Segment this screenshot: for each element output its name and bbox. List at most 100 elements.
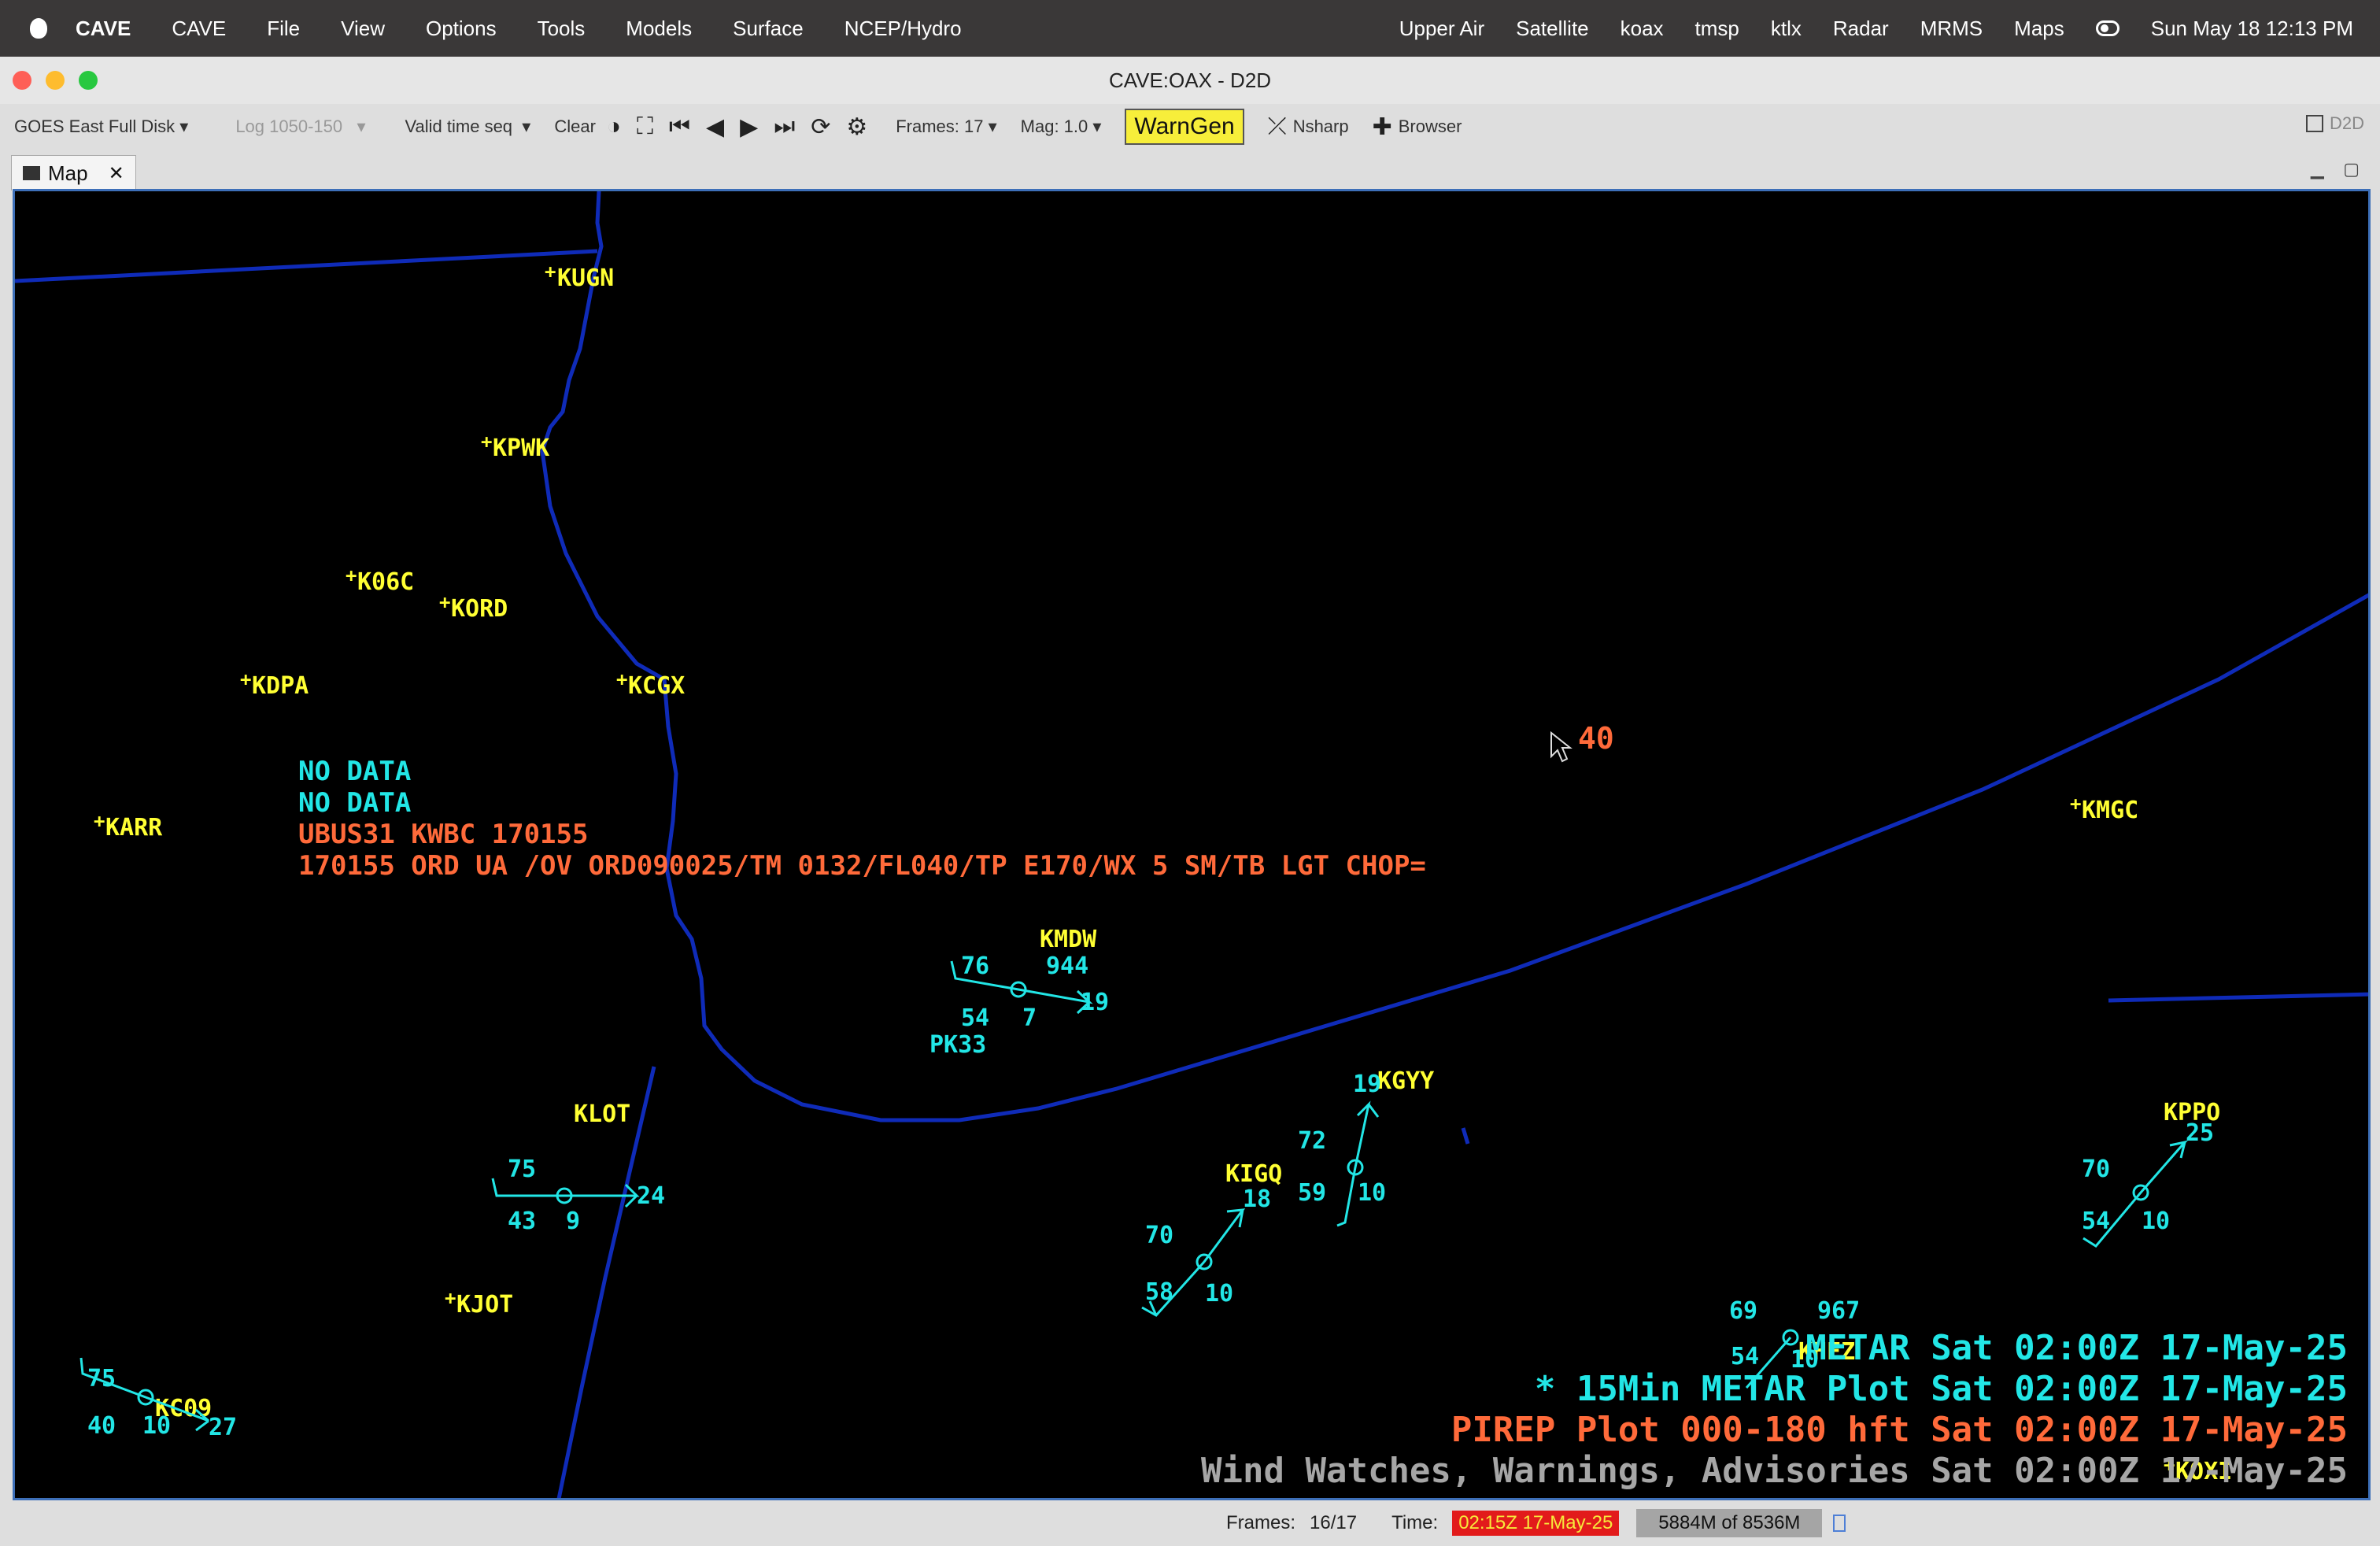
minimize-window-button[interactable] — [46, 71, 65, 90]
map-canvas[interactable]: + KUGN + KPWK + K06C + KORD + KDPA + KCG… — [15, 191, 2371, 1500]
menu-cave[interactable]: CAVE — [172, 17, 226, 41]
station-kmdw[interactable]: KMDW — [1040, 926, 1097, 953]
contrast-icon[interactable]: ◑ — [607, 113, 621, 140]
loop-icon[interactable]: ⟳ — [811, 113, 830, 141]
d2d-icon — [2305, 115, 2323, 132]
station-plus-icon: + — [445, 1287, 456, 1309]
step-forward-icon[interactable]: ▶ — [740, 113, 758, 141]
state-boundary-lake-shore — [540, 191, 2368, 1123]
menu-tmsp[interactable]: tmsp — [1695, 17, 1739, 41]
kmdw-gust: 19 — [1081, 989, 1109, 1016]
legend-wind-wwa[interactable]: Wind Watches, Warnings, Advisories Sat 0… — [1201, 1451, 2348, 1491]
khez-pressure: 967 — [1817, 1297, 1860, 1325]
kigq-temp: 70 — [1145, 1222, 1173, 1249]
menu-mrms[interactable]: MRMS — [1920, 17, 1983, 41]
maximize-pane-icon[interactable]: ▢ — [2343, 159, 2360, 179]
menu-maps[interactable]: Maps — [2014, 17, 2064, 41]
menu-bar: CAVE CAVE File View Options Tools Models… — [0, 0, 2380, 57]
kc09-gust: 27 — [209, 1414, 237, 1441]
browser-button[interactable]: ✚ Browser — [1373, 113, 1462, 141]
editor-tab-row: Map ✕ ▁ ▢ — [0, 150, 2380, 190]
toolbar: GOES East Full Disk ▾ Log 1050-150 ▾ Val… — [0, 104, 2380, 150]
menu-view[interactable]: View — [341, 17, 385, 41]
goes-dropdown[interactable]: GOES East Full Disk ▾ — [14, 117, 188, 137]
menu-clock[interactable]: Sun May 18 12:13 PM — [2151, 17, 2353, 41]
memory-usage: 5884M of 8536M — [1636, 1509, 1823, 1537]
map-display[interactable]: + KUGN + KPWK + K06C + KORD + KDPA + KCG… — [13, 189, 2371, 1500]
kmdw-pressure: 944 — [1046, 952, 1088, 980]
tab-map[interactable]: Map ✕ — [11, 155, 136, 190]
minimize-pane-icon[interactable]: ▁ — [2311, 159, 2324, 179]
station-kord[interactable]: KORD — [451, 595, 508, 623]
station-kpwk[interactable]: KPWK — [493, 435, 549, 462]
kgyy-temp: 72 — [1298, 1127, 1326, 1155]
kppo-dewpoint: 54 — [2082, 1208, 2110, 1235]
close-window-button[interactable] — [13, 71, 31, 90]
close-tab-icon[interactable]: ✕ — [109, 162, 124, 185]
kc09-temp: 75 — [87, 1365, 116, 1393]
khez-dewpoint: 54 — [1731, 1343, 1759, 1370]
clear-button[interactable]: Clear — [554, 117, 596, 137]
wind-barb-kgyy — [1336, 1100, 1380, 1227]
legend-pirep[interactable]: PIREP Plot 000-180 hft Sat 02:00Z 17-May… — [1451, 1410, 2348, 1450]
station-plus-icon: + — [545, 261, 556, 283]
pan-icon[interactable]: ⛶ — [637, 113, 653, 140]
log-dropdown[interactable]: Log 1050-150 ▾ — [235, 117, 365, 137]
apple-icon[interactable] — [30, 18, 47, 39]
menu-surface[interactable]: Surface — [733, 17, 804, 41]
station-plus-icon: + — [94, 810, 105, 832]
station-kcgx[interactable]: KCGX — [628, 672, 685, 700]
station-k06c[interactable]: K06C — [357, 568, 414, 596]
menu-ktlx[interactable]: ktlx — [1771, 17, 1802, 41]
station-kugn[interactable]: KUGN — [557, 264, 614, 292]
plus-icon: ✚ — [1372, 113, 1392, 140]
menu-tools[interactable]: Tools — [538, 17, 586, 41]
legend-metar[interactable]: METAR Sat 02:00Z 17-May-25 — [1805, 1328, 2348, 1368]
nsharp-label: Nsharp — [1292, 117, 1349, 136]
menu-upper-air[interactable]: Upper Air — [1399, 17, 1484, 41]
menu-satellite[interactable]: Satellite — [1516, 17, 1589, 41]
d2d-perspective-button[interactable]: D2D — [2305, 113, 2364, 134]
frames-dropdown[interactable]: Frames: 17 ▾ — [896, 117, 996, 137]
pirep-report: 170155 ORD UA /OV ORD090025/TM 0132/FL04… — [298, 850, 1426, 882]
klot-visibility: 9 — [566, 1208, 580, 1235]
kc09-dewpoint: 40 — [87, 1412, 116, 1440]
station-kigq[interactable]: KIGQ — [1225, 1160, 1282, 1188]
nsharp-button[interactable]: ⤫ Nsharp — [1268, 113, 1349, 140]
step-back-icon[interactable]: ◀ — [706, 113, 724, 141]
window-controls — [13, 71, 98, 90]
station-kmgc[interactable]: KMGC — [2082, 797, 2138, 824]
nsharp-icon: ⤫ — [1267, 113, 1287, 139]
kmdw-visibility: 7 — [1022, 1004, 1037, 1032]
settings-gear-icon[interactable]: ⚙ — [846, 113, 867, 141]
first-frame-icon[interactable]: ⏮ — [669, 113, 690, 140]
kc09-visibility: 10 — [142, 1412, 171, 1440]
station-kjot[interactable]: KJOT — [456, 1291, 513, 1319]
menu-app-name[interactable]: CAVE — [76, 17, 131, 41]
warngen-button[interactable]: WarnGen — [1125, 109, 1244, 145]
last-frame-icon[interactable]: ⏭ — [774, 113, 795, 140]
state-boundary-north — [15, 249, 598, 283]
khez-temp: 69 — [1729, 1297, 1757, 1325]
trash-icon[interactable] — [1833, 1515, 1846, 1532]
menu-models[interactable]: Models — [626, 17, 692, 41]
menu-koax[interactable]: koax — [1621, 17, 1664, 41]
station-plus-icon: + — [616, 668, 627, 690]
station-klot[interactable]: KLOT — [574, 1100, 630, 1128]
menu-file[interactable]: File — [267, 17, 300, 41]
station-karr[interactable]: KARR — [105, 814, 163, 841]
station-plus-icon: + — [2070, 793, 2081, 815]
legend-15min-metar[interactable]: * 15Min METAR Plot Sat 02:00Z 17-May-25 — [1535, 1369, 2348, 1409]
mag-dropdown[interactable]: Mag: 1.0 ▾ — [1021, 117, 1102, 137]
menu-ncep-hydro[interactable]: NCEP/Hydro — [844, 17, 962, 41]
kigq-gust: 18 — [1243, 1185, 1271, 1213]
valid-time-dropdown[interactable]: Valid time seq ▾ — [405, 117, 531, 137]
station-kdpa[interactable]: KDPA — [252, 672, 309, 700]
tab-map-label: Map — [48, 161, 88, 185]
menu-radar[interactable]: Radar — [1833, 17, 1889, 41]
station-kgyy[interactable]: KGYY — [1377, 1067, 1434, 1095]
county-boundary-east — [2108, 992, 2368, 1003]
zoom-window-button[interactable] — [79, 71, 98, 90]
control-center-icon[interactable] — [2095, 20, 2119, 36]
menu-options[interactable]: Options — [426, 17, 497, 41]
